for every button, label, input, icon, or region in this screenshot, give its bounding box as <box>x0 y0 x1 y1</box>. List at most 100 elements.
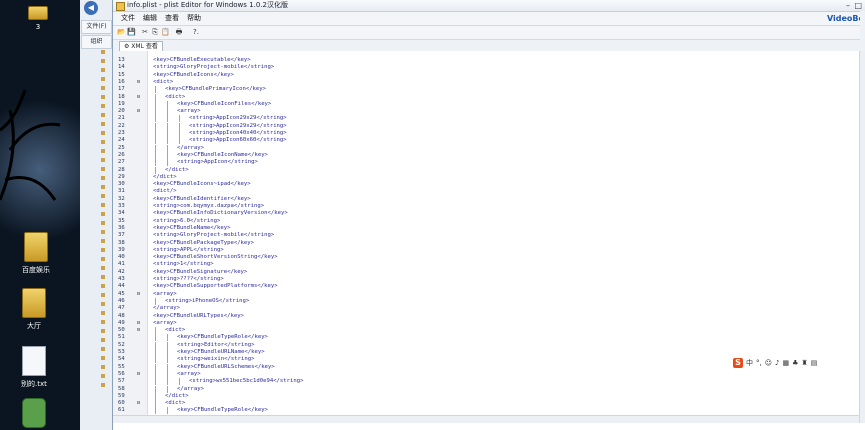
paste-icon[interactable]: 📋 <box>161 28 170 36</box>
ime-keyboard-icon[interactable]: ▦ <box>783 359 790 367</box>
code-line[interactable]: 37 <string>GloryProject-mobile</string> <box>113 232 813 239</box>
code-line[interactable]: 57 <string>wx551bec5bc1d0e94</string> <box>113 378 813 386</box>
fold-toggle-icon[interactable]: ⊟ <box>137 400 140 407</box>
copy-icon[interactable]: ⎘ <box>151 28 159 36</box>
code-line[interactable]: 38 <key>CFBundlePackageType</key> <box>113 240 813 247</box>
explorer-file-menu[interactable]: 文件(F) <box>81 20 112 34</box>
ime-voice-icon[interactable]: ♪ <box>775 359 779 367</box>
code-line[interactable]: 49 ⊟ <array> <box>113 320 813 327</box>
desktop-icon-baidu-games[interactable]: 百度娱乐 <box>6 232 66 275</box>
code-line[interactable]: 24 <string>AppIcon60x60</string> <box>113 137 813 145</box>
code-line[interactable]: 16 ⊟ <dict> <box>113 79 813 86</box>
code-line[interactable]: 44 <key>CFBundleSupportedPlatforms</key> <box>113 283 813 290</box>
code-text: <string>iPhoneOS</string> <box>165 297 250 304</box>
desktop-icon-lobby[interactable]: 大厅 <box>4 288 64 331</box>
menu-file[interactable]: 文件 <box>121 12 135 25</box>
code-line[interactable]: 28 </dict> <box>113 166 813 174</box>
ime-punctuation-icon[interactable]: °, <box>756 359 762 367</box>
code-line[interactable]: 13 <key>CFBundleExecutable</key> <box>113 57 813 64</box>
code-line[interactable]: 26 <key>CFBundleIconName</key> <box>113 151 813 159</box>
ime-toolbar[interactable]: S 中 °, ☺ ♪ ▦ ♣ ♜ ▤ <box>733 357 817 368</box>
code-line[interactable]: 50 ⊟ <dict> <box>113 327 813 335</box>
code-line[interactable]: 41 <string>1</string> <box>113 261 813 268</box>
open-icon[interactable]: 📂 <box>117 28 126 36</box>
fold-toggle-icon[interactable]: ⊟ <box>137 320 140 327</box>
fold-toggle-icon[interactable]: ⊟ <box>137 79 140 86</box>
code-line[interactable]: 55 <key>CFBundleURLSchemes</key> <box>113 363 813 371</box>
fold-toggle-icon[interactable]: ⊟ <box>137 108 140 115</box>
code-line[interactable]: 43 <string>????</string> <box>113 276 813 283</box>
back-button[interactable]: ◀ <box>84 1 98 15</box>
indent-guide <box>155 86 156 94</box>
code-text: <key>CFBundleSupportedPlatforms</key> <box>153 283 278 290</box>
minimize-button[interactable]: – <box>846 0 850 11</box>
line-number: 61 <box>118 407 125 414</box>
ime-chinese-mode[interactable]: 中 <box>746 358 753 368</box>
ime-menu-icon[interactable]: ▤ <box>811 359 818 367</box>
code-line[interactable]: 58 </array> <box>113 385 813 393</box>
code-line[interactable]: 29 </dict> <box>113 174 813 181</box>
code-line[interactable]: 22 <string>AppIcon29x29</string> <box>113 122 813 130</box>
code-line[interactable]: 21 <string>AppIcon29x29</string> <box>113 115 813 123</box>
code-line[interactable]: 25 </array> <box>113 144 813 152</box>
desktop-icon-txt-file[interactable]: 别的.txt <box>4 346 64 389</box>
explorer-file-list <box>101 50 105 392</box>
indent-guide <box>167 378 168 386</box>
sogou-ime-logo[interactable]: S <box>733 357 743 368</box>
menu-help[interactable]: 帮助 <box>187 12 201 25</box>
code-line[interactable]: 19 <key>CFBundleIconFiles</key> <box>113 100 813 108</box>
desktop-icon-game[interactable]: 一 <box>4 398 64 430</box>
print-icon[interactable]: 🖶 <box>175 28 183 36</box>
code-line[interactable]: 35 <string>6.0</string> <box>113 218 813 225</box>
code-line[interactable]: 52 <string>Editor</string> <box>113 341 813 349</box>
fold-toggle-icon[interactable]: ⊟ <box>137 94 140 101</box>
fold-toggle-icon[interactable]: ⊟ <box>137 371 140 378</box>
code-line[interactable]: 17 <key>CFBundlePrimaryIcon</key> <box>113 86 813 94</box>
ime-emoji-icon[interactable]: ☺ <box>765 359 772 367</box>
code-line[interactable]: 36 <key>CFBundleName</key> <box>113 225 813 232</box>
code-line[interactable]: 61 <key>CFBundleTypeRole</key> <box>113 407 813 415</box>
code-line[interactable]: 54 <string>weixin</string> <box>113 356 813 364</box>
vertical-scrollbar[interactable] <box>859 51 865 423</box>
ime-skin-icon[interactable]: ♣ <box>792 359 798 367</box>
help-icon[interactable]: ?. <box>189 28 203 36</box>
code-line[interactable]: 51 <key>CFBundleTypeRole</key> <box>113 334 813 342</box>
code-line[interactable]: 34 <key>CFBundleInfoDictionaryVersion</ke… <box>113 210 813 217</box>
code-line[interactable]: 45 ⊟ <array> <box>113 291 813 298</box>
code-line[interactable]: 48 <key>CFBundleURLTypes</key> <box>113 313 813 320</box>
line-number: 17 <box>118 86 125 93</box>
code-line[interactable]: 15 <key>CFBundleIcons</key> <box>113 72 813 79</box>
code-line[interactable]: 14 <string>GloryProject-mobile</string> <box>113 64 813 71</box>
code-line[interactable]: 18 ⊟ <dict> <box>113 93 813 101</box>
desktop-icon-folder-3[interactable]: 3 <box>8 6 68 31</box>
code-line[interactable]: 59 </dict> <box>113 392 813 400</box>
code-line[interactable]: 33 <string>com.bqymyx.dazpa</string> <box>113 203 813 210</box>
ime-toolbox-icon[interactable]: ♜ <box>801 359 807 367</box>
code-line[interactable]: 53 <key>CFBundleURLName</key> <box>113 349 813 356</box>
code-line[interactable]: 40 <key>CFBundleShortVersionString</key> <box>113 254 813 261</box>
maximize-button[interactable]: □ <box>854 0 862 11</box>
indent-guide <box>155 356 156 364</box>
horizontal-scrollbar[interactable] <box>113 415 865 423</box>
code-line[interactable]: 31 <dict/> <box>113 188 813 195</box>
code-line[interactable]: 23 <string>AppIcon40x40</string> <box>113 130 813 137</box>
code-line[interactable]: 32 <key>CFBundleIdentifier</key> <box>113 196 813 203</box>
code-line[interactable]: 46 <string>iPhoneOS</string> <box>113 297 813 305</box>
code-line[interactable]: 56 ⊟ <array> <box>113 370 813 378</box>
code-line[interactable]: 60 ⊟ <dict> <box>113 400 813 408</box>
code-line[interactable]: 30 <key>CFBundleIcons~ipad</key> <box>113 181 813 188</box>
code-line[interactable]: 20 ⊟ <array> <box>113 108 813 116</box>
code-line[interactable]: 27 <string>AppIcon</string> <box>113 159 813 167</box>
code-line[interactable]: 47 </array> <box>113 305 813 312</box>
explorer-organize-button[interactable]: 组织 <box>81 35 112 49</box>
code-line[interactable]: 39 <string>APPL</string> <box>113 247 813 254</box>
cut-icon[interactable]: ✂ <box>141 28 149 36</box>
menu-edit[interactable]: 编辑 <box>143 12 157 25</box>
line-number: 50 <box>118 327 125 334</box>
fold-toggle-icon[interactable]: ⊟ <box>137 327 140 334</box>
title-bar[interactable]: info.plist - plist Editor for Windows 1.… <box>113 0 865 12</box>
menu-view[interactable]: 查看 <box>165 12 179 25</box>
fold-toggle-icon[interactable]: ⊟ <box>137 291 140 298</box>
code-line[interactable]: 42 <key>CFBundleSignature</key> <box>113 269 813 276</box>
save-icon[interactable]: 💾 <box>127 28 136 36</box>
